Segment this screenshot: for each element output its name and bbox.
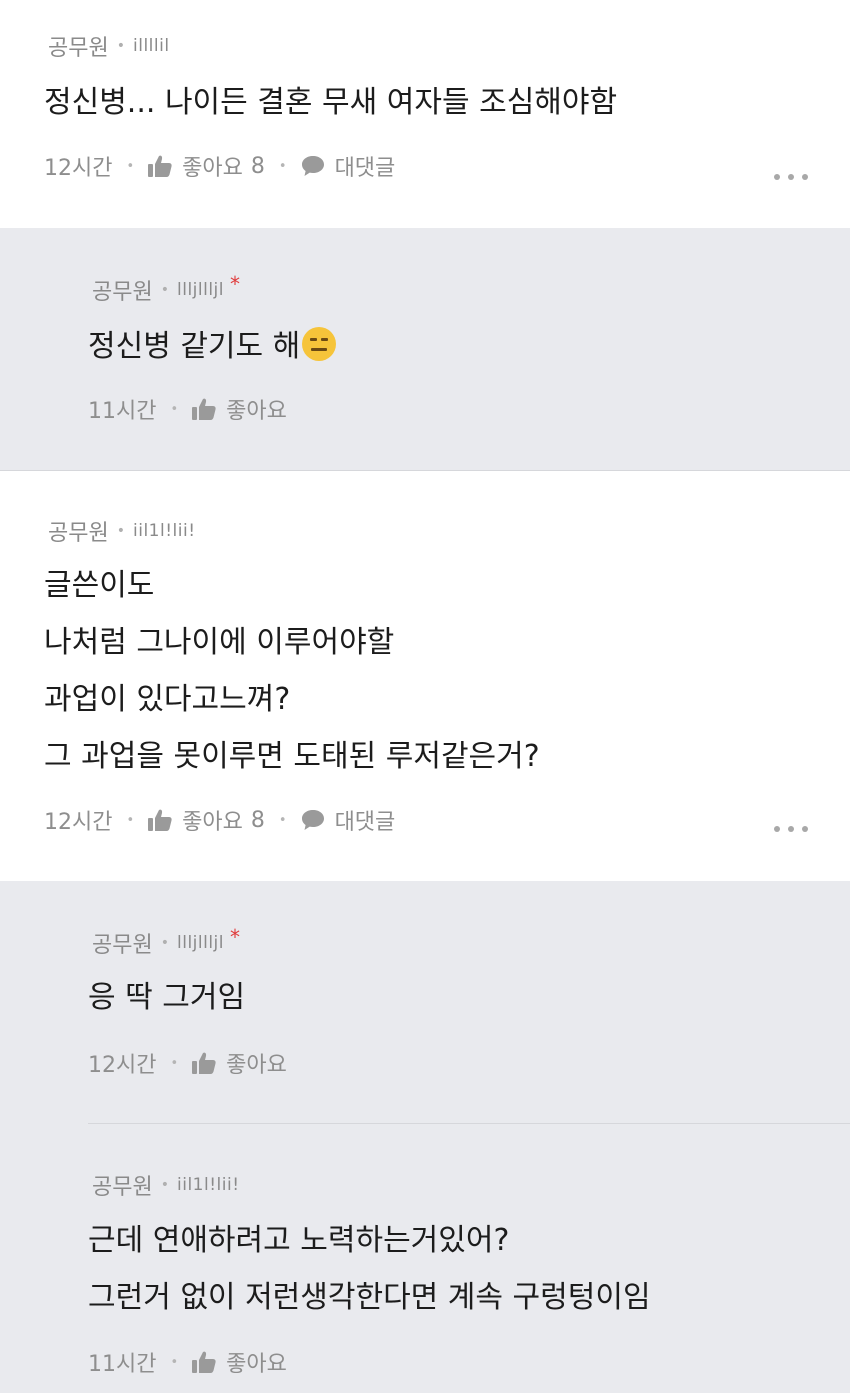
meta-separator: •	[160, 1177, 169, 1193]
like-count: 8	[250, 807, 265, 833]
comment-time: 11시간	[88, 1352, 157, 1377]
meta-separator: •	[116, 38, 125, 54]
comment-line: 나처럼 그나이에 이루어야할	[44, 625, 395, 660]
footer-separator: •	[170, 1354, 179, 1370]
comment-item: 공무원 • illllil 정신병... 나이든 결혼 무새 여자들 조심해야함…	[0, 0, 850, 228]
like-label: 좋아요	[226, 1053, 287, 1078]
comment-footer: 11시간 • 좋아요	[88, 1346, 287, 1378]
more-dot	[802, 826, 808, 832]
author-name[interactable]: 공무원	[92, 927, 153, 959]
comment-meta: 공무원 • llljllljl *	[92, 925, 241, 959]
comment-body: 정신병 같기도 해	[88, 318, 337, 375]
comment-line: 그 과업을 못이루면 도태된 루저같은거?	[44, 739, 540, 774]
writer-star-icon: *	[230, 272, 241, 296]
meta-separator: •	[116, 523, 125, 539]
thumbs-up-icon	[192, 1052, 216, 1074]
author-name[interactable]: 공무원	[48, 515, 109, 547]
comment-footer: 11시간 • 좋아요	[88, 393, 287, 425]
reply-label: 대댓글	[334, 810, 396, 835]
comment-body: 응 딱 그거임	[88, 969, 245, 1026]
comment-time: 11시간	[88, 399, 157, 424]
comment-line: 응 딱 그거임	[88, 980, 246, 1015]
author-name[interactable]: 공무원	[48, 30, 109, 62]
comment-meta: 공무원 • iil1l!lii!	[48, 515, 196, 547]
comment-line: 과업이 있다고느껴?	[44, 682, 291, 717]
more-dot	[788, 174, 794, 180]
like-label: 좋아요	[226, 399, 287, 424]
more-dot	[788, 826, 794, 832]
like-label: 좋아요	[182, 810, 243, 835]
like-label: 좋아요	[226, 1352, 287, 1377]
comment-meta: 공무원 • iil1l!lii!	[92, 1169, 240, 1201]
comment-meta: 공무원 • llljllljl *	[92, 272, 241, 306]
thumbs-up-icon	[148, 809, 172, 831]
more-options-button[interactable]	[774, 172, 808, 182]
comment-item: 공무원 • iil1l!lii! 글쓴이도 나처럼 그나이에 이루어야할 과업이…	[0, 471, 850, 881]
author-name[interactable]: 공무원	[92, 274, 153, 306]
footer-separator: •	[170, 1055, 179, 1071]
comment-line: 정신병 같기도 해	[88, 318, 337, 375]
thumbs-up-icon	[192, 1351, 216, 1373]
reply-item: 공무원 • llljllljl * 정신병 같기도 해 11시간 • 좋아요	[0, 228, 850, 470]
speech-bubble-icon	[301, 156, 324, 176]
more-dot	[774, 174, 780, 180]
like-button[interactable]: 좋아요 8	[148, 150, 265, 182]
like-button[interactable]: 좋아요 8	[148, 804, 265, 836]
more-options-button[interactable]	[774, 824, 808, 834]
like-label: 좋아요	[182, 156, 243, 181]
reply-button[interactable]: 대댓글	[301, 804, 396, 836]
user-id: iil1l!lii!	[177, 1175, 240, 1195]
writer-star-icon: *	[230, 925, 241, 949]
comment-line-text: 정신병 같기도 해	[88, 329, 301, 364]
more-dot	[774, 826, 780, 832]
like-count: 8	[250, 153, 265, 179]
comment-footer: 12시간 • 좋아요 8 • 대댓글	[44, 150, 395, 182]
thumbs-up-icon	[192, 398, 216, 420]
comment-line: 정신병... 나이든 결혼 무새 여자들 조심해야함	[44, 85, 618, 120]
thumbs-up-icon	[148, 155, 172, 177]
like-button[interactable]: 좋아요	[192, 1346, 287, 1378]
comment-line: 그런거 없이 저런생각한다면 계속 구렁텅이임	[88, 1280, 651, 1315]
footer-separator: •	[126, 158, 135, 174]
comment-time: 12시간	[88, 1053, 157, 1078]
user-id: iil1l!lii!	[133, 521, 196, 541]
comment-body: 정신병... 나이든 결혼 무새 여자들 조심해야함	[44, 74, 617, 131]
reply-label: 대댓글	[334, 156, 396, 181]
comment-body: 글쓴이도 나처럼 그나이에 이루어야할 과업이 있다고느껴? 그 과업을 못이루…	[44, 557, 540, 785]
meta-separator: •	[160, 935, 169, 951]
comment-time: 12시간	[44, 156, 113, 181]
meta-separator: •	[160, 282, 169, 298]
footer-separator: •	[278, 812, 287, 828]
comment-footer: 12시간 • 좋아요	[88, 1047, 287, 1079]
author-name[interactable]: 공무원	[92, 1169, 153, 1201]
comment-line: 글쓴이도	[44, 568, 155, 603]
footer-separator: •	[278, 158, 287, 174]
like-button[interactable]: 좋아요	[192, 1047, 287, 1079]
like-button[interactable]: 좋아요	[192, 393, 287, 425]
comment-body: 근데 연애하려고 노력하는거있어? 그런거 없이 저런생각한다면 계속 구렁텅이…	[88, 1212, 651, 1326]
speech-bubble-icon	[301, 810, 324, 830]
reply-button[interactable]: 대댓글	[301, 150, 396, 182]
comment-footer: 12시간 • 좋아요 8 • 대댓글	[44, 804, 395, 836]
user-id: illllil	[133, 36, 170, 56]
comment-time: 12시간	[44, 810, 113, 835]
comment-meta: 공무원 • illllil	[48, 30, 170, 62]
more-dot	[802, 174, 808, 180]
user-id: llljllljl	[177, 933, 225, 953]
reply-group: 공무원 • llljllljl * 응 딱 그거임 12시간 • 좋아요 공무원…	[0, 881, 850, 1393]
user-id: llljllljl	[177, 280, 225, 300]
expressionless-face-emoji	[302, 327, 337, 361]
comment-line: 근데 연애하려고 노력하는거있어?	[88, 1223, 510, 1258]
footer-separator: •	[170, 401, 179, 417]
reply-divider	[88, 1123, 850, 1124]
footer-separator: •	[126, 812, 135, 828]
